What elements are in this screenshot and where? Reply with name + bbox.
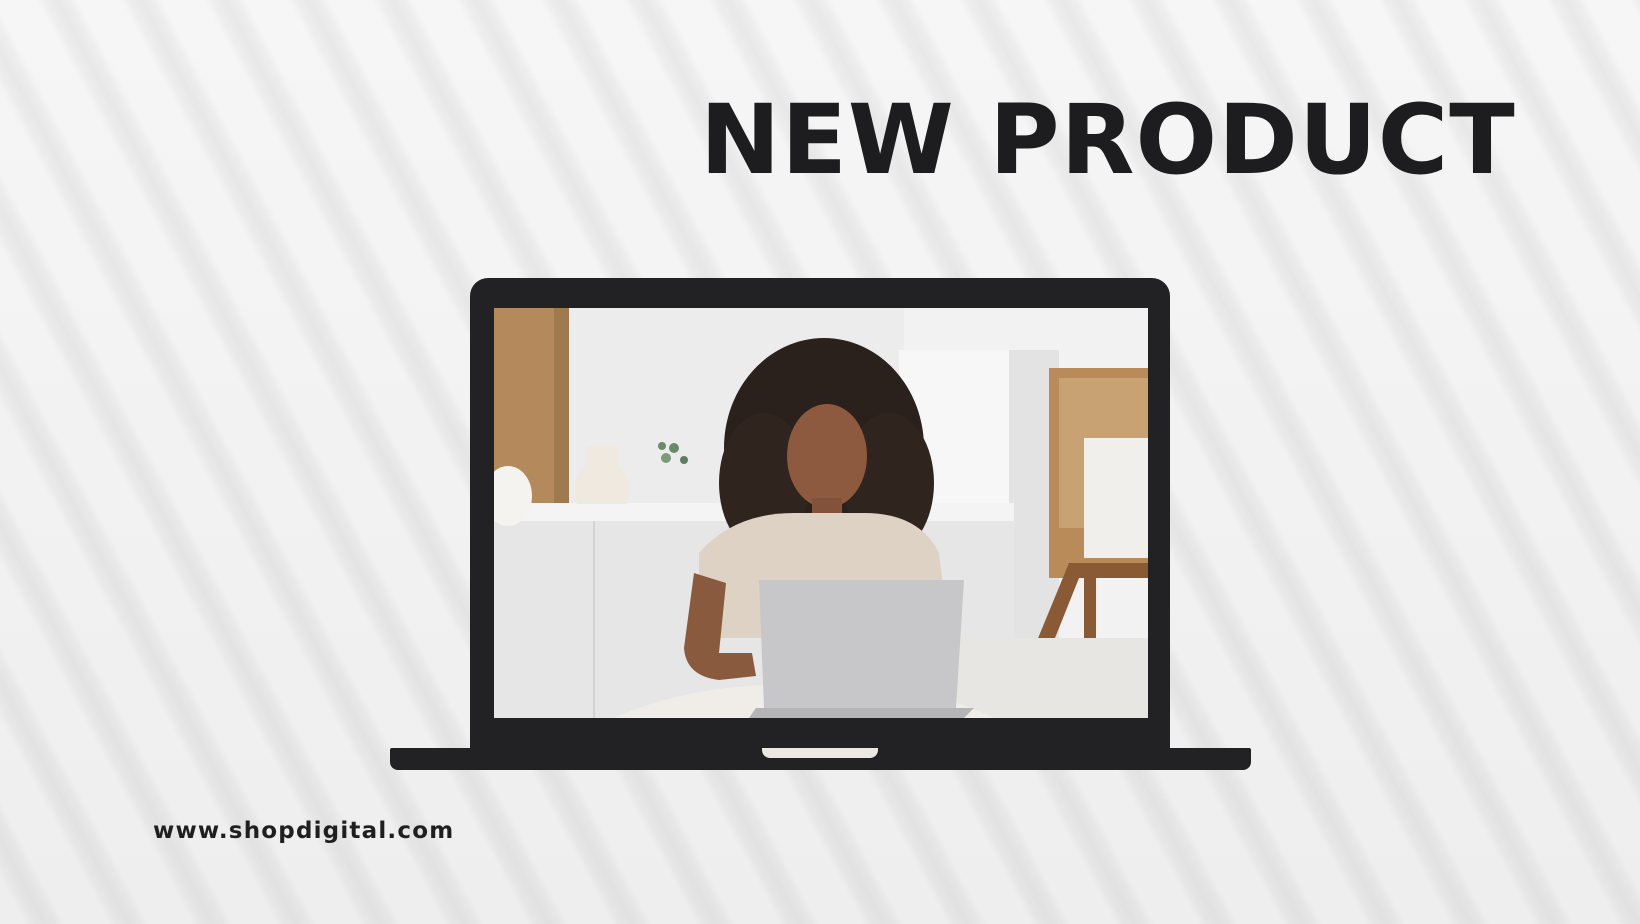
laptop-base	[390, 748, 1251, 770]
website-url[interactable]: www.shopdigital.com	[153, 818, 454, 844]
woman-with-laptop-photo	[494, 308, 1148, 718]
laptop-screen	[470, 278, 1170, 750]
laptop-notch	[762, 748, 878, 758]
headline: NEW PRODUCT	[700, 84, 1516, 196]
laptop-display-photo	[494, 308, 1148, 718]
